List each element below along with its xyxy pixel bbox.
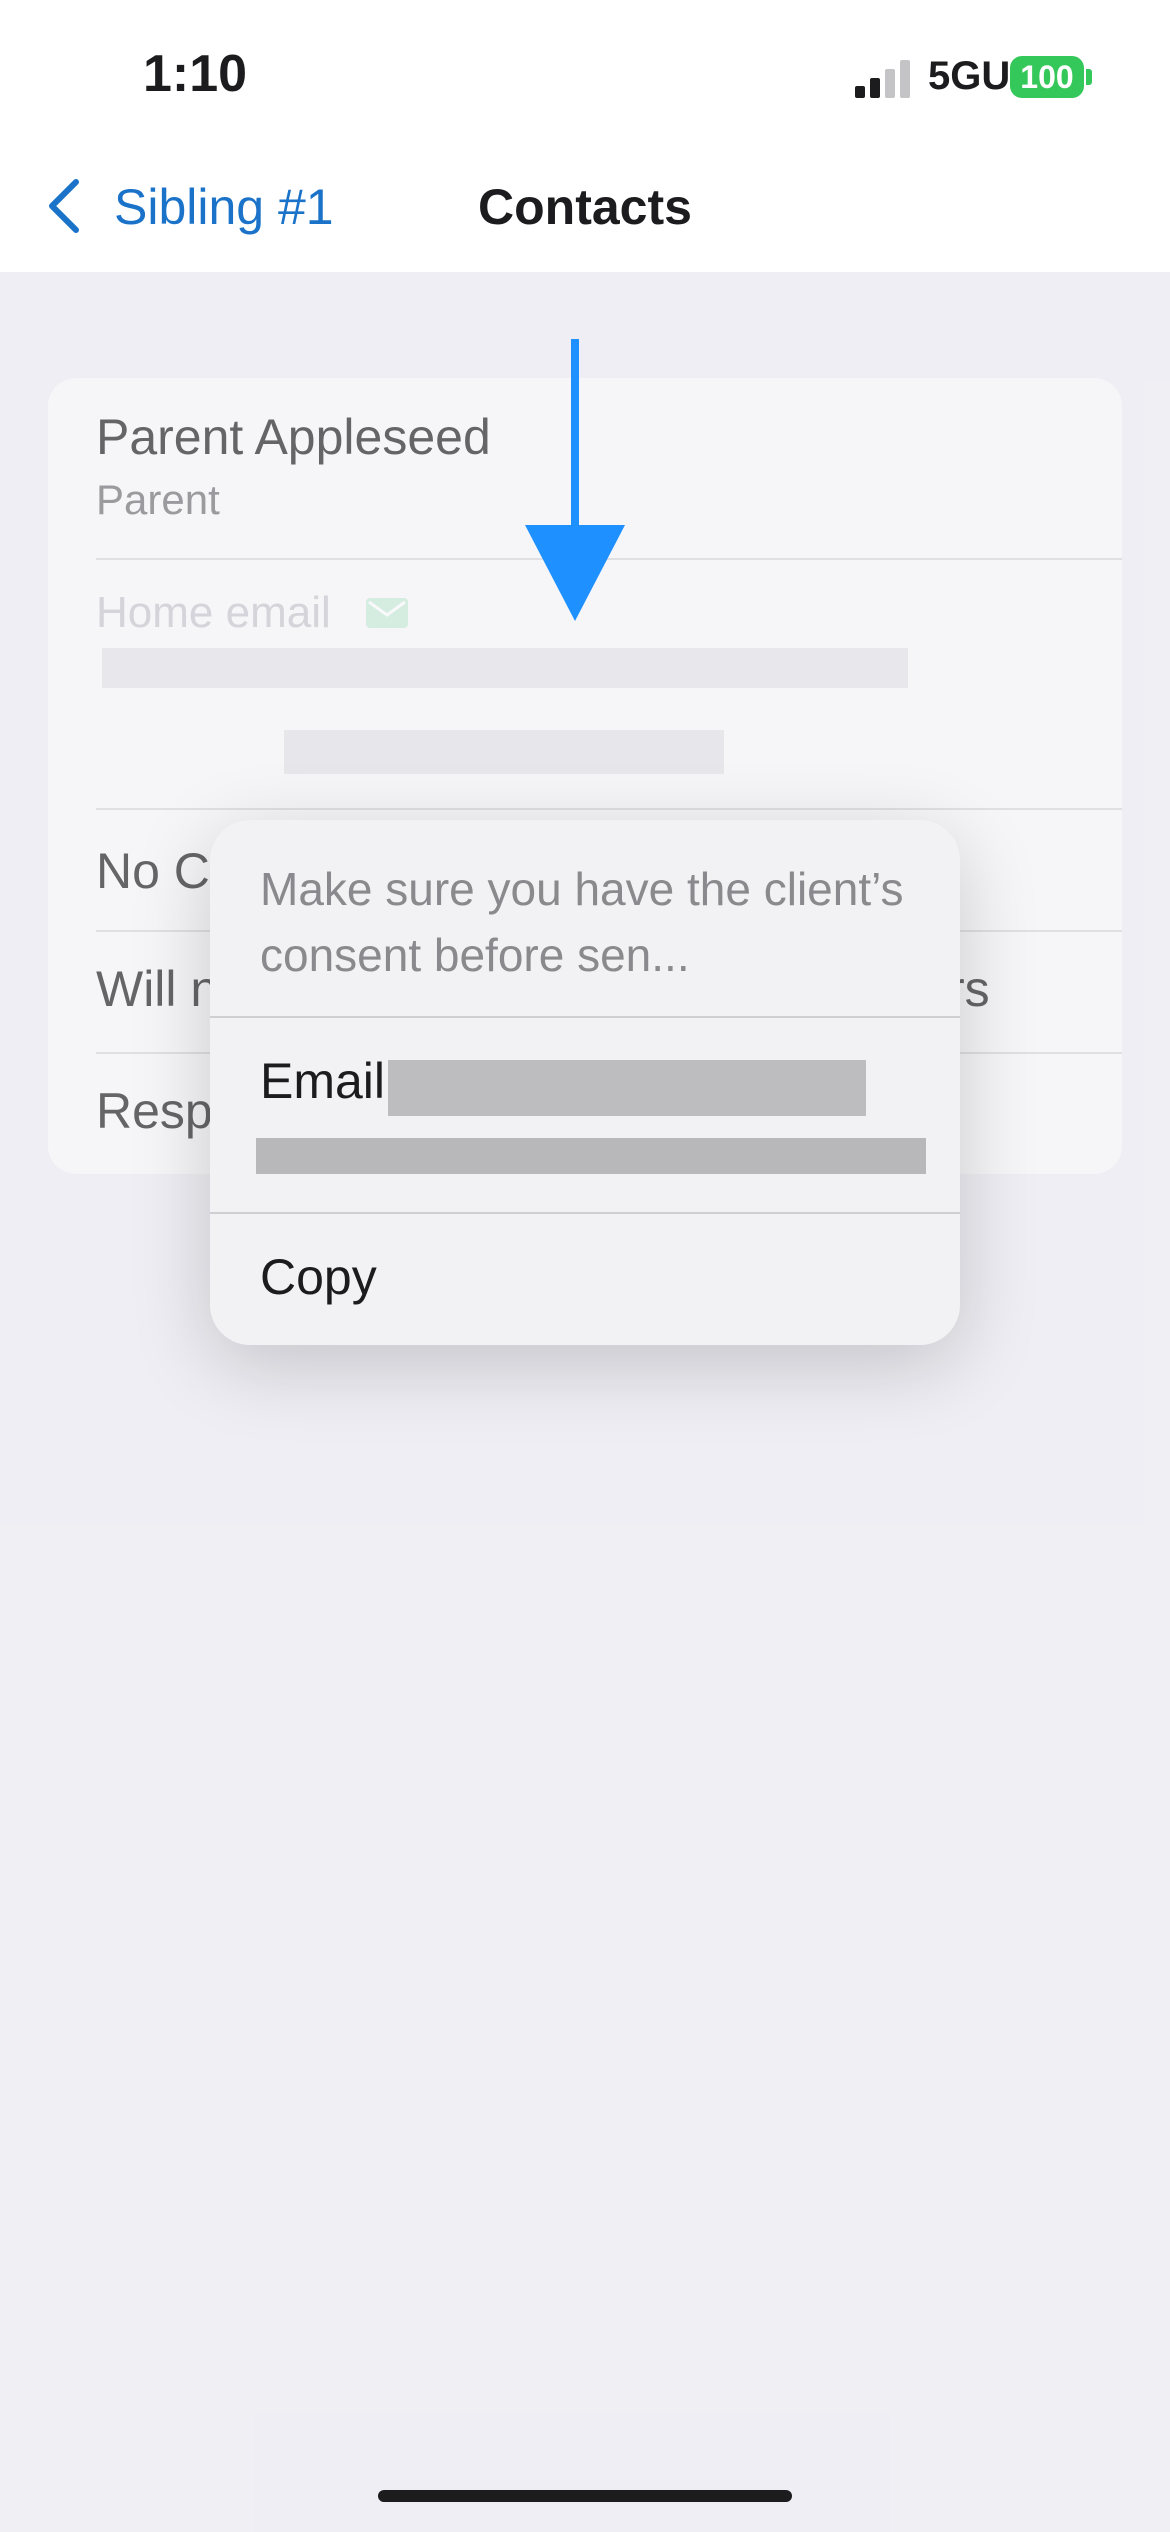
battery-indicator: 100: [1010, 56, 1084, 98]
redacted-email-address-1: [388, 1060, 866, 1116]
menu-separator: [210, 1016, 960, 1018]
consent-hint: Make sure you have the client’s consent …: [260, 863, 904, 981]
header: 1:10 5GUC 100 Sibling #1 Contacts: [0, 0, 1170, 272]
email-menu-item[interactable]: Email: [260, 1052, 385, 1110]
copy-menu-item[interactable]: Copy: [260, 1248, 377, 1306]
battery-nub: [1086, 69, 1092, 85]
redacted-email-address-2: [256, 1138, 926, 1174]
page-title: Contacts: [478, 179, 692, 235]
menu-separator: [210, 1212, 960, 1214]
home-indicator[interactable]: [378, 2490, 792, 2502]
status-time: 1:10: [143, 45, 248, 103]
context-menu: Make sure you have the client’s consent …: [210, 820, 960, 1345]
arrow-down-icon: [525, 339, 625, 621]
cellular-signal-icon: [855, 60, 910, 98]
